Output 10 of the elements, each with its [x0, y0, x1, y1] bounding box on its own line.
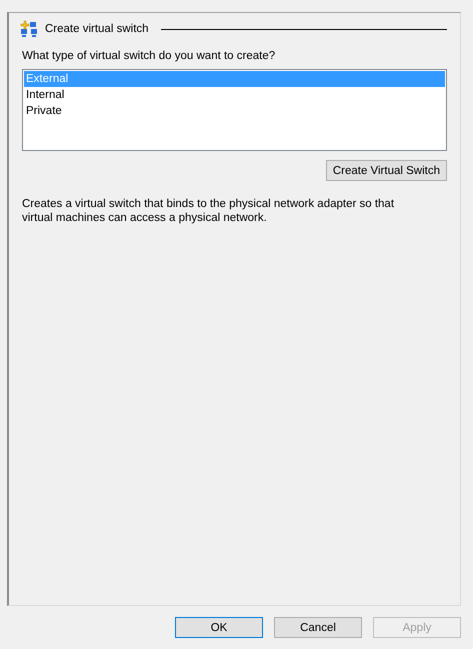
dialog-button[interactable]: OK — [175, 617, 263, 638]
question-label: What type of virtual switch do you want to create? — [22, 50, 276, 62]
list-item[interactable]: Internal — [24, 87, 445, 103]
network-switch-icon — [20, 20, 38, 38]
description-text: Creates a virtual switch that binds to the physical network adapter so that virtual machines can access a physical network. — [22, 197, 396, 225]
dialog-button[interactable]: Cancel — [274, 617, 362, 638]
list-item[interactable]: Private — [24, 103, 445, 119]
section-title: Create virtual switch — [45, 23, 149, 35]
create-virtual-switch-button[interactable]: Create Virtual Switch — [326, 160, 447, 181]
switch-type-list[interactable]: External Internal Private — [22, 69, 447, 151]
